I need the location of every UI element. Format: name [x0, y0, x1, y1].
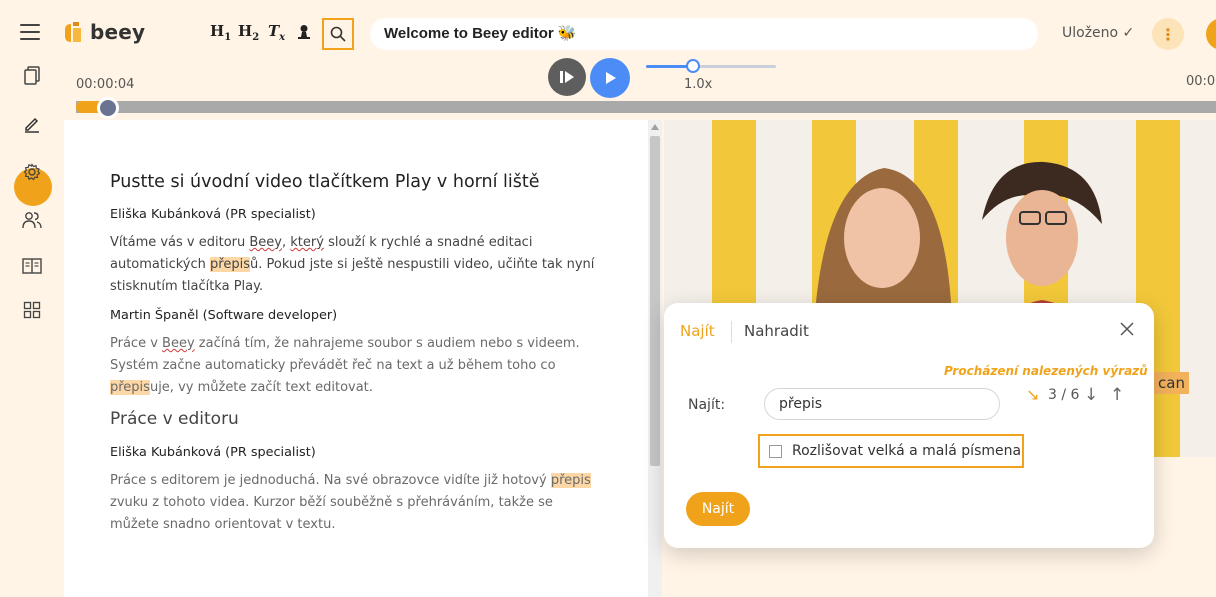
document-title-field[interactable]: Welcome to Beey editor 🐝 [370, 18, 1038, 50]
speed-slider[interactable] [646, 65, 776, 68]
transcript-paragraph[interactable]: Práce v Beey začíná tím, že nahrajeme so… [110, 333, 600, 399]
scroll-up-icon[interactable] [651, 124, 659, 130]
settings-nav-button[interactable] [22, 162, 42, 182]
more-icon: ⋮ [1160, 24, 1176, 44]
speaker-label[interactable]: Eliška Kubánková (PR specialist) [110, 207, 600, 222]
tab-replace[interactable]: Nahradit [744, 322, 809, 340]
left-navigation-rail [0, 64, 64, 597]
previous-match-button[interactable]: ↑ [1110, 385, 1124, 405]
close-dialog-button[interactable] [1118, 320, 1136, 338]
search-icon [330, 26, 346, 42]
seek-bar-thumb[interactable] [97, 97, 119, 119]
arrow-down-icon: ↓ [1084, 385, 1099, 405]
close-icon [1120, 322, 1134, 336]
top-bar: beey H1 H2 Tx Welcome to Beey editor 🐝 U… [0, 0, 1216, 64]
edit-nav-icon-wrap [22, 114, 42, 134]
beey-logo[interactable]: beey [62, 20, 145, 44]
more-options-button[interactable]: ⋮ [1152, 18, 1184, 50]
transcript-paragraph[interactable]: Práce s editorem je jednoduchá. Na své o… [110, 470, 600, 536]
subtitle-caption: can [1154, 372, 1189, 394]
section-heading[interactable]: Pustte si úvodní video tlačítkem Play v … [110, 172, 600, 192]
skip-back-icon [560, 71, 574, 83]
section-heading[interactable]: Práce v editoru [110, 409, 600, 429]
match-counter: 3 / 6 [1048, 387, 1080, 403]
apps-nav-button[interactable] [22, 300, 42, 320]
seek-bar[interactable] [76, 101, 1216, 113]
play-icon [606, 72, 616, 84]
search-match[interactable]: přepis [110, 380, 150, 395]
heading-2-button[interactable]: H2 [238, 22, 259, 43]
beey-logo-mark [62, 20, 84, 44]
speaker-icon[interactable] [296, 24, 312, 44]
tab-find[interactable]: Najít [680, 322, 715, 340]
search-match[interactable]: přepis [550, 473, 591, 488]
transcript-paragraph[interactable]: Vítáme vás v editoru Beey, který slouží … [110, 232, 600, 298]
speaker-label[interactable]: Eliška Kubánková (PR specialist) [110, 445, 600, 460]
book-icon [22, 258, 42, 274]
user-avatar[interactable] [1206, 18, 1216, 50]
editor-scrollbar[interactable] [648, 120, 662, 597]
case-sensitive-label: Rozlišovat velká a malá písmena [792, 443, 1022, 459]
playback-speed: 1.0x [684, 77, 713, 92]
current-time: 00:00:04 [76, 77, 135, 92]
users-icon [22, 212, 42, 229]
search-match[interactable]: přepis [210, 257, 250, 272]
case-sensitive-option[interactable]: Rozlišovat velká a malá písmena [758, 434, 1024, 468]
search-button[interactable] [322, 18, 354, 50]
spellcheck-word[interactable]: Beey [162, 336, 195, 351]
hamburger-menu-icon[interactable] [20, 24, 40, 40]
pencil-icon [25, 117, 39, 133]
spellcheck-word[interactable]: Beey [249, 235, 282, 250]
skip-back-button[interactable] [548, 58, 586, 96]
total-time: 00:0 [1186, 74, 1216, 89]
documents-nav-button[interactable] [22, 66, 42, 86]
documents-icon [24, 66, 40, 85]
scrollbar-thumb[interactable] [650, 136, 660, 466]
find-input[interactable]: přepis [764, 388, 1000, 420]
find-button[interactable]: Najít [686, 492, 750, 526]
hint-arrow-icon: ↘ [1026, 385, 1040, 404]
case-sensitive-checkbox[interactable] [769, 445, 782, 458]
find-label: Najít: [688, 397, 726, 413]
guide-nav-button[interactable] [22, 256, 42, 276]
next-match-button[interactable]: ↓ [1084, 385, 1098, 405]
match-navigation-hint: Procházení nalezených výrazů [944, 364, 1148, 378]
heading-1-button[interactable]: H1 [210, 22, 231, 43]
logo-text: beey [90, 20, 146, 44]
save-status: Uloženo ✓ [1062, 25, 1135, 41]
transcript-editor[interactable]: Pustte si úvodní video tlačítkem Play v … [64, 120, 648, 597]
speed-slider-thumb[interactable] [686, 59, 700, 73]
speed-slider-fill [646, 65, 692, 68]
grid-icon [23, 301, 41, 319]
find-replace-dialog: Najít Nahradit Procházení nalezených výr… [664, 303, 1154, 548]
tab-divider [731, 321, 732, 343]
speakers-nav-button[interactable] [22, 210, 42, 230]
arrow-up-icon: ↑ [1110, 385, 1125, 405]
speaker-label[interactable]: Martin Španěl (Software developer) [110, 308, 600, 323]
play-button[interactable] [590, 58, 630, 98]
clear-format-button[interactable]: Tx [268, 22, 285, 43]
spellcheck-word[interactable]: který [290, 235, 324, 250]
gear-icon [23, 163, 41, 181]
